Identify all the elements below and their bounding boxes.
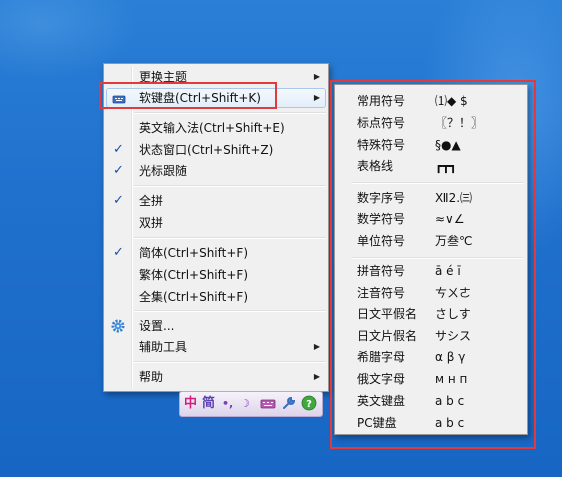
menu-item-label: 双拼: [139, 216, 164, 230]
submenu-item-name: 常用符号: [357, 94, 406, 108]
submenu-item-pinyin-symbols[interactable]: 拼音符号 ā é ī: [357, 261, 461, 281]
menu-separator: [134, 185, 326, 187]
submenu-item-special-symbols[interactable]: 特殊符号 §●▲: [357, 135, 461, 155]
submenu-item-math-symbols[interactable]: 数学符号 ≈∨∠: [357, 209, 465, 229]
submenu-separator: [352, 182, 523, 184]
menu-item-tools[interactable]: 辅助工具 ▶: [106, 337, 326, 357]
menu-item-label: 帮助: [139, 370, 164, 384]
menu-item-label: 更换主题: [139, 70, 188, 84]
submenu-item-name: 特殊符号: [357, 138, 406, 152]
menu-item-settings[interactable]: 设置...: [106, 316, 326, 336]
menu-item-label: 辅助工具: [139, 340, 188, 354]
submenu-item-name: 拼音符号: [357, 264, 406, 278]
checkmark-icon: ✓: [113, 163, 124, 178]
submenu-item-katakana[interactable]: 日文片假名 サシス: [357, 326, 471, 346]
submenu-item-sample: a b c: [435, 416, 465, 430]
submenu-arrow-icon: ▶: [313, 93, 320, 102]
submenu-item-name: 希腊字母: [357, 350, 406, 364]
simplified-toggle[interactable]: 简: [202, 395, 215, 413]
submenu-item-name: 标点符号: [357, 116, 406, 130]
menu-item-change-theme[interactable]: 更换主题 ▶: [106, 67, 326, 87]
menu-item-cursor-follow[interactable]: ✓ 光标跟随: [106, 161, 326, 181]
checkmark-icon: ✓: [113, 142, 124, 157]
menu-separator: [134, 361, 326, 363]
menu-separator: [134, 310, 326, 312]
submenu-item-name: 数字序号: [357, 191, 406, 205]
svg-text:?: ?: [306, 399, 312, 410]
submenu-item-sample: ㄘㄨㄜ: [435, 286, 472, 300]
menu-item-english-input[interactable]: 英文输入法(Ctrl+Shift+E): [106, 118, 326, 138]
ime-context-menu: 更换主题 ▶ 软键盘(Ctrl+Shift+K) ▶ 英文输入法(Ctrl+Sh…: [103, 63, 329, 392]
menu-item-label: 软键盘(Ctrl+Shift+K): [139, 91, 261, 105]
checkmark-icon: ✓: [113, 193, 124, 208]
menu-item-simplified[interactable]: ✓ 简体(Ctrl+Shift+F): [106, 243, 326, 263]
punctuation-toggle[interactable]: •,: [222, 395, 233, 413]
gear-icon: [111, 319, 125, 333]
submenu-item-name: 俄文字母: [357, 372, 406, 386]
menu-item-label: 状态窗口(Ctrl+Shift+Z): [139, 143, 274, 157]
submenu-item-number-ordinals[interactable]: 数字序号 Ⅻ2.㈢: [357, 188, 472, 208]
submenu-arrow-icon: ▶: [313, 72, 320, 81]
keyboard-icon: [112, 92, 126, 106]
submenu-item-english-keyboard[interactable]: 英文键盘 a b c: [357, 391, 464, 411]
menu-separator: [134, 237, 326, 239]
menu-item-label: 简体(Ctrl+Shift+F): [139, 246, 249, 260]
submenu-item-sample: さしす: [435, 307, 471, 321]
submenu-item-sample: ā é ī: [435, 264, 461, 278]
submenu-item-russian[interactable]: 俄文字母 м н п: [357, 369, 467, 389]
menu-item-label: 光标跟随: [139, 164, 188, 178]
menu-separator: [134, 112, 326, 114]
submenu-item-greek[interactable]: 希腊字母 α β γ: [357, 347, 465, 367]
submenu-item-zhuyin-symbols[interactable]: 注音符号 ㄘㄨㄜ: [357, 283, 471, 303]
submenu-arrow-icon: ▶: [313, 372, 320, 381]
submenu-item-sample: м н п: [435, 372, 468, 386]
submenu-arrow-icon: ▶: [313, 342, 320, 351]
menu-item-traditional[interactable]: 繁体(Ctrl+Shift+F): [106, 265, 326, 285]
menu-item-label: 设置...: [139, 319, 175, 333]
menu-item-soft-keyboard[interactable]: 软键盘(Ctrl+Shift+K) ▶: [106, 88, 326, 108]
chinese-mode-toggle[interactable]: 中: [184, 395, 197, 413]
ime-status-toolbar: 中 简 •, ☽ ?: [179, 391, 323, 417]
menu-item-label: 英文输入法(Ctrl+Shift+E): [139, 121, 285, 135]
submenu-item-sample: ┏┳┓: [435, 159, 457, 173]
menu-item-full-pinyin[interactable]: ✓ 全拼: [106, 191, 326, 211]
submenu-item-name: 注音符号: [357, 286, 406, 300]
menu-item-full-set[interactable]: 全集(Ctrl+Shift+F): [106, 287, 326, 307]
submenu-item-punctuation[interactable]: 标点符号 〖？！〗: [357, 113, 483, 133]
menu-item-label: 全拼: [139, 194, 164, 208]
soft-keyboard-submenu: 常用符号 ⑴◆ $ 标点符号 〖？！〗 特殊符号 §●▲ 表格线 ┏┳┓ 数字序号 Ⅻ2.…: [334, 84, 528, 435]
submenu-item-sample: Ⅻ2.㈢: [435, 191, 473, 205]
submenu-item-sample: §●▲: [435, 138, 461, 152]
submenu-separator: [352, 257, 523, 259]
submenu-item-name: 日文平假名: [357, 307, 418, 321]
width-toggle[interactable]: ☽: [240, 395, 250, 413]
submenu-item-name: 日文片假名: [357, 329, 418, 343]
submenu-item-sample: 〖？！〗: [435, 116, 484, 130]
checkmark-icon: ✓: [113, 245, 124, 260]
submenu-item-sample: ⑴◆ $: [435, 94, 468, 108]
submenu-item-table-lines[interactable]: 表格线 ┏┳┓: [357, 156, 457, 176]
submenu-item-name: PC键盘: [357, 416, 397, 430]
submenu-item-name: 英文键盘: [357, 394, 406, 408]
submenu-item-sample: ≈∨∠: [435, 212, 465, 226]
submenu-item-sample: α β γ: [435, 350, 466, 364]
wrench-icon[interactable]: [281, 395, 297, 413]
submenu-item-name: 表格线: [357, 159, 394, 173]
submenu-item-common-symbols[interactable]: 常用符号 ⑴◆ $: [357, 91, 468, 111]
menu-item-label: 全集(Ctrl+Shift+F): [139, 290, 249, 304]
menu-item-status-window[interactable]: ✓ 状态窗口(Ctrl+Shift+Z): [106, 140, 326, 160]
menu-item-label: 繁体(Ctrl+Shift+F): [139, 268, 249, 282]
submenu-item-sample: サシス: [435, 329, 472, 343]
submenu-item-sample: 万叁℃: [435, 234, 473, 248]
submenu-item-pc-keyboard[interactable]: PC键盘 a b c: [357, 413, 464, 433]
submenu-item-hiragana[interactable]: 日文平假名 さしす: [357, 304, 471, 324]
submenu-item-unit-symbols[interactable]: 单位符号 万叁℃: [357, 231, 472, 251]
help-icon[interactable]: ?: [301, 395, 317, 413]
menu-item-help[interactable]: 帮助 ▶: [106, 367, 326, 387]
menu-item-double-pinyin[interactable]: 双拼: [106, 213, 326, 233]
submenu-item-name: 数学符号: [357, 212, 406, 226]
submenu-item-name: 单位符号: [357, 234, 406, 248]
submenu-item-sample: a b c: [435, 394, 465, 408]
soft-keyboard-toolbar-icon[interactable]: [260, 395, 276, 413]
